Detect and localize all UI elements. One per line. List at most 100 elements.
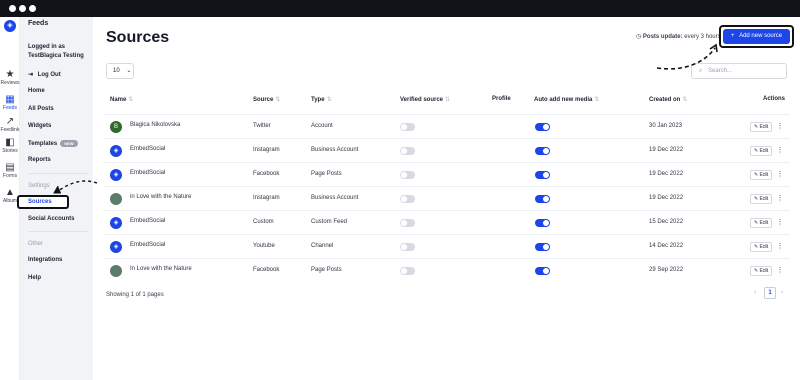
menu-item-reports[interactable]: Reports	[28, 157, 51, 163]
row-created: 19 Dec 2022	[649, 147, 684, 153]
edit-button[interactable]: ✎ Edit	[750, 122, 772, 132]
more-options-icon[interactable]: ⋮	[776, 242, 784, 252]
column-header-created[interactable]: Created on ⇅	[649, 96, 687, 103]
verified-toggle[interactable]	[400, 147, 415, 155]
edit-button[interactable]: ✎ Edit	[750, 194, 772, 204]
rail-item-label: Reviews	[0, 80, 20, 86]
menu-item-templates-label: Templates	[28, 141, 58, 148]
auto-add-toggle[interactable]	[535, 171, 550, 179]
edit-button[interactable]: ✎ Edit	[750, 146, 772, 156]
rail-item-0[interactable]: ★ Reviews	[0, 70, 20, 87]
auto-add-toggle[interactable]	[535, 123, 550, 131]
sort-icon: ⇅	[326, 97, 332, 103]
rail-item-1[interactable]: ▦ Feeds	[0, 95, 20, 112]
row-name: in Love with the Nature	[130, 194, 192, 200]
edit-label: Edit	[759, 124, 769, 130]
edit-button[interactable]: ✎ Edit	[750, 242, 772, 252]
rail-item-4[interactable]: ▤ Forms	[0, 163, 20, 180]
row-type: Page Posts	[311, 267, 342, 273]
more-options-icon[interactable]: ⋮	[776, 194, 784, 204]
app-logo-icon[interactable]: ◈	[4, 20, 16, 32]
row-created: 15 Dec 2022	[649, 219, 684, 225]
edit-button[interactable]: ✎ Edit	[750, 266, 772, 276]
verified-toggle[interactable]	[400, 219, 415, 227]
auto-add-toggle[interactable]	[535, 147, 550, 155]
window-dot-icon	[19, 5, 26, 12]
row-source: Instagram	[253, 147, 280, 153]
sort-icon: ⇅	[275, 97, 281, 103]
menu-title: Feeds	[28, 20, 49, 27]
menu-item-all-posts[interactable]: All Posts	[28, 106, 54, 112]
more-options-icon[interactable]: ⋮	[776, 146, 784, 156]
column-header-profile: Profile	[492, 96, 511, 102]
menu-item-help[interactable]: Help	[28, 275, 41, 281]
edit-icon: ✎	[753, 124, 759, 130]
menu-item-sources[interactable]: Sources	[17, 195, 69, 209]
auto-add-toggle[interactable]	[535, 267, 550, 275]
column-header-source[interactable]: Source ⇅	[253, 96, 280, 103]
edit-icon: ✎	[753, 172, 759, 178]
window-titlebar	[0, 0, 800, 17]
row-created: 14 Dec 2022	[649, 243, 684, 249]
search-input[interactable]: ⌕ Search...	[691, 63, 787, 79]
row-created: 30 Jan 2023	[649, 123, 683, 129]
column-header-type[interactable]: Type ⇅	[311, 96, 332, 103]
add-new-source-button[interactable]: + Add new source	[723, 29, 790, 44]
menu-item-social-accounts[interactable]: Social Accounts	[28, 216, 74, 222]
logout-link[interactable]: ⇥ Log Out	[28, 71, 61, 78]
rail-item-3[interactable]: ◧ Stories	[0, 138, 20, 155]
menu-item-home[interactable]: Home	[28, 88, 45, 94]
more-options-icon[interactable]: ⋮	[776, 218, 784, 228]
edit-icon: ✎	[753, 196, 759, 202]
column-header-verified-label: Verified source	[400, 97, 444, 103]
rail-item-2[interactable]: ↗ Feedlink	[0, 117, 20, 134]
edit-icon: ✎	[753, 148, 759, 154]
verified-toggle[interactable]	[400, 267, 415, 275]
column-header-name[interactable]: Name ⇅	[110, 96, 133, 103]
logged-in-user: TestBlagica Testing	[28, 53, 84, 59]
row-source: Facebook	[253, 267, 280, 273]
row-type: Custom Feed	[311, 219, 348, 225]
verified-toggle[interactable]	[400, 171, 415, 179]
edit-label: Edit	[759, 196, 769, 202]
new-badge: NEW	[60, 140, 78, 147]
row-name: EmbedSocial	[130, 218, 166, 224]
edit-label: Edit	[759, 244, 769, 250]
table-row: ◈ EmbedSocial Youtube Channel 14 Dec 2022 ✎ E…	[104, 234, 790, 258]
menu-item-widgets[interactable]: Widgets	[28, 123, 51, 129]
per-page-select[interactable]: 10 ⌄	[106, 63, 134, 79]
row-created: 29 Sep 2022	[649, 267, 684, 273]
avatar-letter: B	[113, 124, 118, 130]
more-options-icon[interactable]: ⋮	[776, 170, 784, 180]
chevron-left-icon[interactable]: ‹	[754, 289, 756, 296]
more-options-icon[interactable]: ⋮	[776, 122, 784, 132]
auto-add-toggle[interactable]	[535, 243, 550, 251]
edit-button[interactable]: ✎ Edit	[750, 218, 772, 228]
sort-icon: ⇅	[445, 97, 451, 103]
sort-icon: ⇅	[128, 97, 134, 103]
verified-toggle[interactable]	[400, 123, 415, 131]
column-header-auto-add[interactable]: Auto add new media ⇅	[534, 96, 599, 103]
stories-icon: ◧	[5, 137, 15, 148]
edit-label: Edit	[759, 148, 769, 154]
verified-toggle[interactable]	[400, 195, 415, 203]
table-row: ◈ EmbedSocial Custom Custom Feed 15 Dec 2022…	[104, 210, 790, 234]
column-header-verified[interactable]: Verified source ⇅	[400, 96, 450, 103]
menu-item-integrations[interactable]: Integrations	[28, 257, 62, 263]
chevron-right-icon[interactable]: ›	[781, 289, 783, 296]
auto-add-toggle[interactable]	[535, 195, 550, 203]
verified-toggle[interactable]	[400, 243, 415, 251]
column-header-auto-add-label: Auto add new media	[534, 97, 593, 103]
embedsocial-logo-icon: ◈	[113, 220, 119, 226]
more-options-icon[interactable]: ⋮	[776, 266, 784, 276]
logout-label: Log Out	[37, 72, 61, 78]
menu-divider	[28, 231, 88, 232]
rail-item-label: Forms	[2, 173, 18, 179]
row-type: Business Account	[311, 147, 359, 153]
auto-add-toggle[interactable]	[535, 219, 550, 227]
page-number-button[interactable]: 1	[764, 287, 776, 299]
embedsocial-logo-icon: ◈	[113, 172, 119, 178]
menu-item-templates[interactable]: Templates NEW	[28, 140, 78, 147]
edit-button[interactable]: ✎ Edit	[750, 170, 772, 180]
table-row: B Blagica Nikolovska Twitter Account 30 Jan …	[104, 114, 790, 138]
